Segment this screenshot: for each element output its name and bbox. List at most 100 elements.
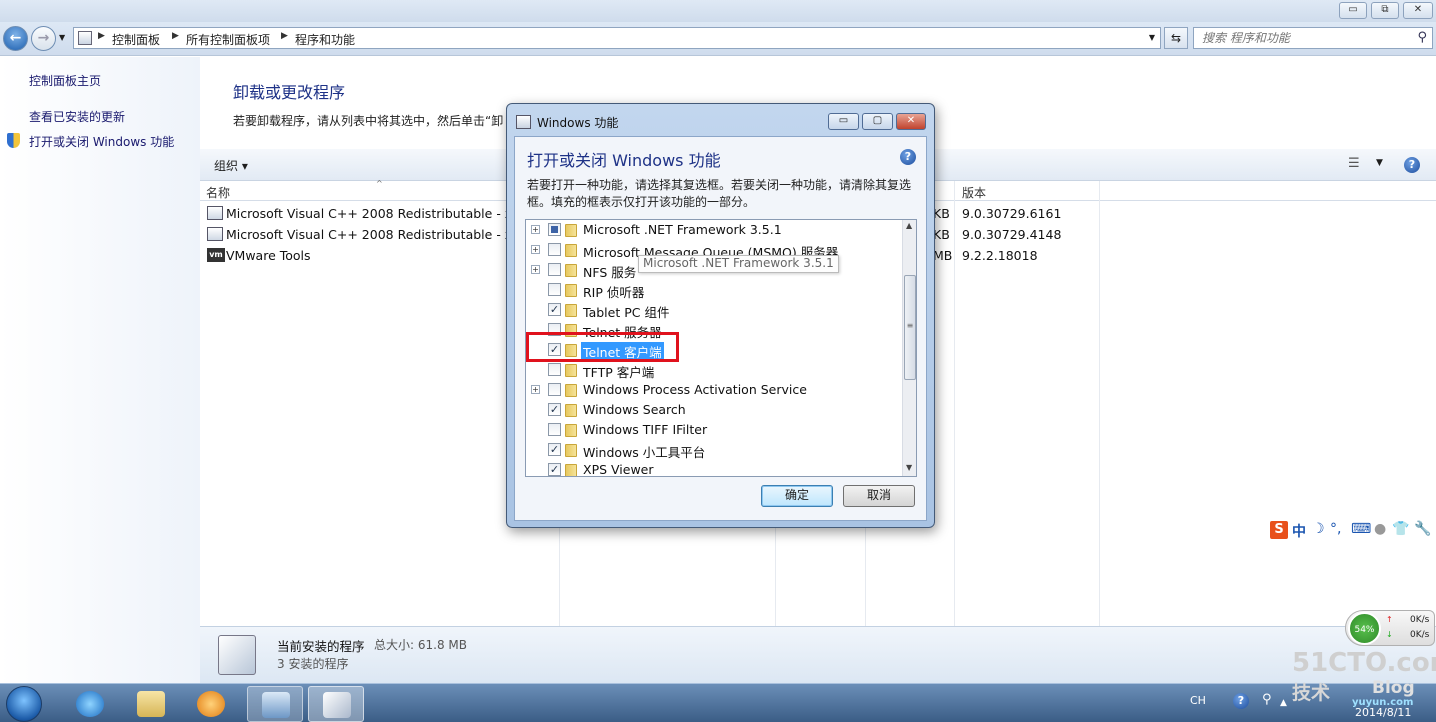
feature-label: Windows Process Activation Service [583, 382, 807, 397]
settings-wrench-icon[interactable]: 🔧 [1414, 521, 1431, 537]
maximize-button[interactable]: ⧉ [1371, 2, 1399, 19]
breadcrumb-separator-icon[interactable]: ▶ [281, 31, 288, 41]
program-size-unit: KB [933, 206, 950, 221]
search-box[interactable]: ⚲ [1193, 27, 1433, 49]
expand-icon[interactable]: + [531, 225, 540, 234]
sogou-icon[interactable]: S [1270, 521, 1288, 539]
user-icon[interactable]: ● [1374, 521, 1386, 537]
window-caption: ▭ ⧉ ✕ [0, 0, 1436, 22]
scrollbar-thumb[interactable]: ≡ [904, 275, 916, 380]
column-name[interactable]: 名称 [206, 184, 230, 201]
feature-item[interactable]: TFTP 客户端 [526, 360, 902, 380]
feature-checkbox[interactable] [548, 243, 561, 256]
ime-toolbar: S 中 ☽ °, ⌨ ● 👕 🔧 [1268, 519, 1434, 543]
feature-item[interactable]: RIP 侦听器 [526, 280, 902, 300]
view-options-icon[interactable]: ☰ [1348, 156, 1360, 171]
sidebar-item-control-panel-home[interactable]: 控制面板主页 [29, 72, 101, 89]
tray-input-icon[interactable]: ⚲ [1262, 692, 1272, 707]
feature-checkbox[interactable] [548, 263, 561, 276]
show-hidden-icons-icon[interactable]: ▲ [1280, 698, 1287, 708]
expand-icon[interactable]: + [531, 265, 540, 274]
address-bar[interactable]: ▶ 控制面板 ▶ 所有控制面板项 ▶ 程序和功能 ▼ [73, 27, 1161, 49]
expand-icon[interactable]: + [531, 385, 540, 394]
windows-features-dialog: Windows 功能 ▭ ▢ ✕ 打开或关闭 Windows 功能 ? 若要打开… [506, 103, 935, 528]
breadcrumb-separator-icon[interactable]: ▶ [172, 31, 179, 41]
tray-help-icon[interactable]: ? [1233, 693, 1249, 709]
language-indicator[interactable]: CH [1190, 694, 1206, 707]
close-button[interactable]: ✕ [1403, 2, 1433, 19]
back-button[interactable]: ← [3, 26, 28, 51]
breadcrumb-control-panel[interactable]: 控制面板 [112, 31, 160, 48]
breadcrumb-all-items[interactable]: 所有控制面板项 [186, 31, 270, 48]
recent-pages-chevron-icon[interactable]: ▼ [59, 33, 65, 42]
program-icon [207, 206, 223, 220]
taskbar-item-explorer[interactable] [123, 686, 179, 722]
expand-icon[interactable]: + [531, 245, 540, 254]
feature-checkbox[interactable]: ✓ [548, 403, 561, 416]
cancel-button[interactable]: 取消 [843, 485, 915, 507]
feature-item[interactable]: ✓ Windows Search [526, 400, 902, 420]
taskbar-item-control-panel[interactable] [247, 686, 303, 722]
page-description: 若要卸载程序，请从列表中将其选中，然后单击“卸 [233, 114, 504, 128]
start-button[interactable] [6, 686, 42, 722]
column-version[interactable]: 版本 [962, 184, 986, 201]
half-width-icon[interactable]: ☽ [1312, 521, 1325, 537]
download-arrow-icon: ↓ [1386, 630, 1393, 639]
dialog-minimize-button[interactable]: ▭ [828, 113, 859, 130]
feature-item[interactable]: + Windows Process Activation Service [526, 380, 902, 400]
view-dropdown-icon[interactable]: ▼ [1376, 158, 1383, 168]
feature-checkbox[interactable] [548, 283, 561, 296]
programs-icon [218, 635, 256, 675]
sidebar-item-windows-features[interactable]: 打开或关闭 Windows 功能 [29, 133, 174, 150]
taskbar: CH ? ⚲ ▲ 2014/8/11 [0, 683, 1436, 722]
feature-checkbox[interactable] [548, 363, 561, 376]
feature-label: RIP 侦听器 [583, 285, 645, 300]
dialog-help-icon[interactable]: ? [900, 149, 916, 165]
dialog-maximize-button[interactable]: ▢ [862, 113, 893, 130]
breadcrumb-separator-icon[interactable]: ▶ [98, 31, 105, 41]
feature-checkbox[interactable]: ✓ [548, 463, 561, 476]
feature-item[interactable]: + Microsoft .NET Framework 3.5.1 [526, 220, 902, 240]
ime-mode[interactable]: 中 [1292, 521, 1306, 541]
tree-scrollbar[interactable]: ▲ ≡ ▼ [902, 220, 916, 476]
feature-checkbox[interactable] [548, 383, 561, 396]
feature-checkbox[interactable]: ✓ [548, 303, 561, 316]
skin-icon[interactable]: 👕 [1392, 521, 1409, 537]
address-dropdown-icon[interactable]: ▼ [1149, 33, 1155, 42]
media-player-icon [197, 691, 225, 717]
feature-checkbox[interactable]: ✓ [548, 443, 561, 456]
search-input[interactable] [1202, 29, 1412, 47]
feature-item[interactable]: ✓ Windows 小工具平台 [526, 440, 902, 460]
feature-checkbox[interactable] [548, 223, 561, 236]
feature-item[interactable]: ✓ XPS Viewer [526, 460, 902, 476]
ok-button[interactable]: 确定 [761, 485, 833, 507]
feature-label: TFTP 客户端 [583, 365, 655, 380]
taskbar-item-windows-features[interactable] [308, 686, 364, 722]
watermark-blog: Blog [1372, 678, 1415, 698]
feature-label: Windows TIFF IFilter [583, 422, 708, 437]
sidebar-item-installed-updates[interactable]: 查看已安装的更新 [29, 108, 125, 125]
network-speed-widget[interactable]: 54% ↑ ↓ 0K/s 0K/s [1345, 610, 1435, 646]
taskbar-item-ie[interactable] [62, 686, 118, 722]
folder-icon [565, 384, 577, 397]
punctuation-icon[interactable]: °, [1330, 521, 1341, 537]
keyboard-icon[interactable]: ⌨ [1351, 521, 1371, 537]
minimize-button[interactable]: ▭ [1339, 2, 1367, 19]
forward-button[interactable]: → [31, 26, 56, 51]
feature-checkbox[interactable] [548, 423, 561, 436]
help-icon[interactable]: ? [1404, 157, 1420, 173]
control-panel-icon [262, 692, 290, 718]
breadcrumb-programs-features[interactable]: 程序和功能 [295, 31, 355, 48]
feature-item[interactable]: ✓ Tablet PC 组件 [526, 300, 902, 320]
taskbar-item-media-player[interactable] [183, 686, 239, 722]
vmware-icon: vm [207, 248, 225, 262]
organize-button[interactable]: 组织 ▾ [214, 157, 248, 174]
features-tree[interactable]: + Microsoft .NET Framework 3.5.1 + Micro… [525, 219, 917, 477]
search-icon[interactable]: ⚲ [1417, 30, 1427, 45]
refresh-icon[interactable]: ⇆ [1164, 27, 1188, 49]
scroll-down-icon[interactable]: ▼ [906, 463, 912, 472]
dialog-close-button[interactable]: ✕ [896, 113, 926, 130]
scroll-up-icon[interactable]: ▲ [906, 221, 912, 230]
dialog-description: 若要打开一种功能，请选择其复选框。若要关闭一种功能，请清除其复选框。填充的框表示… [527, 178, 912, 209]
feature-item[interactable]: Windows TIFF IFilter [526, 420, 902, 440]
